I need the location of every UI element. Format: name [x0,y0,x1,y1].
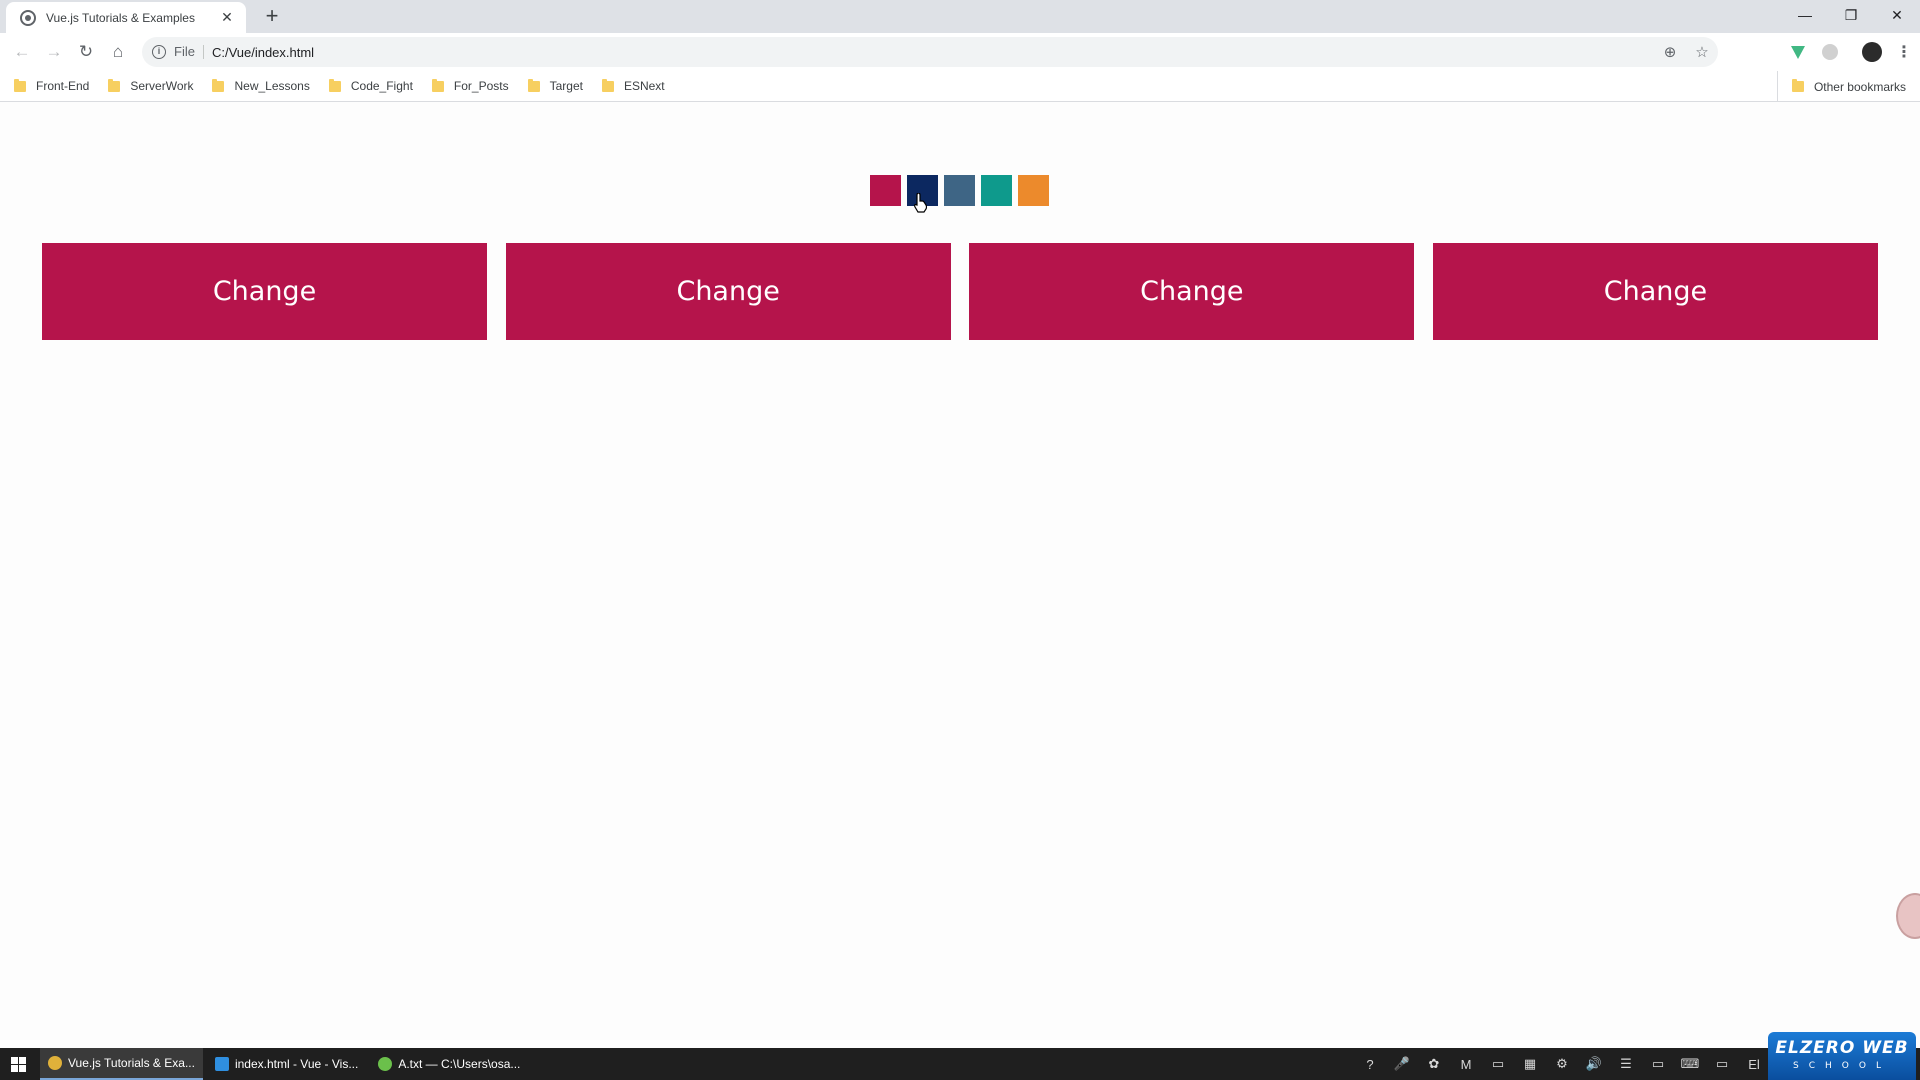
extension-button[interactable] [1814,36,1846,68]
bookmark-item[interactable]: For_Posts [431,78,509,93]
color-swatches [870,175,1055,206]
folder-icon [328,78,341,92]
color-swatch-steel-blue[interactable] [944,175,975,206]
tray-icon[interactable]: ▭ [1642,1056,1674,1072]
folder-icon [212,78,225,92]
change-buttons-row: Change Change Change Change [42,243,1878,340]
floating-widget[interactable] [1896,893,1920,939]
bookmark-label: New_Lessons [234,79,310,93]
tray-icon[interactable]: ▭ [1482,1056,1514,1072]
tray-icon[interactable]: El [1738,1057,1770,1072]
taskbar-item-label: Vue.js Tutorials & Exa... [68,1056,195,1070]
bookmark-label: Code_Fight [350,79,413,93]
forward-button[interactable]: → [38,36,70,68]
globe-icon [20,9,36,26]
url-scheme: File [174,45,204,59]
back-button[interactable]: ← [6,36,38,68]
bookmarks-bar: Front-End ServerWork New_Lessons Code_Fi… [0,71,1920,102]
bookmark-label: Front-End [36,79,90,93]
start-button[interactable] [0,1048,36,1080]
elzero-web-school-logo: ELZERO WEB SCHOOL [1768,1032,1916,1080]
tray-icon[interactable]: 🔊 [1578,1056,1610,1072]
bookmark-item[interactable]: New_Lessons [212,78,310,93]
bookmark-label: For_Posts [453,79,509,93]
folder-icon [1791,79,1804,92]
windows-logo-icon [10,1056,26,1072]
tray-icon[interactable]: M [1450,1057,1482,1072]
bookmark-item[interactable]: Code_Fight [328,78,413,93]
kebab-menu-icon: ⋮ [1896,44,1912,61]
taskbar-item-editor[interactable]: A.txt — C:\Users\osa... [370,1048,528,1080]
bookmark-label: ServerWork [130,79,194,93]
extension-icon [1822,44,1838,60]
vscode-icon [214,1057,229,1071]
browser-menu-button[interactable]: ⋮ [1888,36,1920,68]
vue-logo-icon [1791,45,1805,59]
tab-strip: Vue.js Tutorials & Examples ✕ + — ❐ ✕ [0,0,1920,33]
bookmark-label: Target [549,79,583,93]
reload-button[interactable]: ↻ [70,36,102,68]
tray-icon[interactable]: ▭ [1706,1056,1738,1072]
home-button[interactable]: ⌂ [102,36,134,68]
color-swatch-crimson[interactable] [870,175,901,206]
taskbar-item-label: A.txt — C:\Users\osa... [398,1057,521,1071]
tray-icon[interactable]: ✿ [1418,1056,1450,1072]
browser-tab[interactable]: Vue.js Tutorials & Examples ✕ [6,2,246,33]
tray-icon[interactable]: ☰ [1610,1056,1642,1072]
logo-subtext: SCHOOL [1793,1061,1891,1071]
page-content: Change Change Change Change [0,103,1920,1048]
browser-toolbar: ← → ↻ ⌂ i File C:/Vue/index.html ⊕ ☆ ⋮ [0,33,1920,71]
tray-icon[interactable]: ? [1354,1057,1386,1072]
folder-icon [601,78,614,92]
color-swatch-orange[interactable] [1018,175,1049,206]
url-text[interactable]: C:/Vue/index.html [212,45,1654,60]
other-bookmarks-item[interactable]: Other bookmarks [1791,79,1906,94]
profile-button[interactable] [1856,36,1888,68]
change-button[interactable]: Change [969,243,1415,340]
folder-icon [527,78,540,92]
tray-icon[interactable]: ⌨ [1674,1056,1706,1072]
bookmark-item[interactable]: ESNext [601,78,665,93]
browser-window: Vue.js Tutorials & Examples ✕ + — ❐ ✕ ← … [0,0,1920,1048]
bookmark-item[interactable]: Front-End [14,78,90,93]
editor-icon [378,1057,393,1071]
new-tab-button[interactable]: + [260,5,284,29]
color-swatch-teal[interactable] [981,175,1012,206]
folder-icon [431,78,444,92]
vue-devtools-extension[interactable] [1782,36,1814,68]
logo-text: ELZERO WEB [1775,1038,1909,1058]
system-tray: ? 🎤 ✿ M ▭ ▦ ⚙ 🔊 ☰ ▭ ⌨ ▭ El [1354,1048,1770,1080]
chrome-icon [48,1056,62,1070]
bookmark-label: ESNext [623,79,665,93]
hand-cursor-icon [914,193,927,213]
folder-icon [108,78,121,92]
other-bookmarks[interactable]: Other bookmarks [1776,71,1906,102]
zoom-icon[interactable]: ⊕ [1654,43,1686,61]
change-button[interactable]: Change [1432,243,1878,340]
other-bookmarks-label: Other bookmarks [1813,79,1906,94]
address-bar[interactable]: i File C:/Vue/index.html ⊕ ☆ [142,37,1718,67]
avatar [1862,42,1882,62]
change-button[interactable]: Change [42,243,487,340]
bookmark-star-icon[interactable]: ☆ [1686,43,1718,61]
folder-icon [14,78,26,92]
change-button[interactable]: Change [505,243,951,340]
tray-icon[interactable]: ⚙ [1546,1056,1578,1072]
windows-taskbar: Vue.js Tutorials & Exa... index.html - V… [0,1048,1920,1080]
window-close-button[interactable]: ✕ [1874,0,1920,30]
bookmark-item[interactable]: Target [527,78,583,93]
tray-icon[interactable]: 🎤 [1386,1056,1418,1072]
bookmark-item[interactable]: ServerWork [108,78,194,93]
restore-button[interactable]: ❐ [1828,0,1874,30]
info-icon[interactable]: i [152,45,166,59]
extensions-area: ⋮ [1782,33,1920,71]
taskbar-item-chrome[interactable]: Vue.js Tutorials & Exa... [40,1048,203,1080]
tray-icon[interactable]: ▦ [1514,1056,1546,1072]
taskbar-item-label: index.html - Vue - Vis... [234,1057,359,1071]
tab-title: Vue.js Tutorials & Examples [46,10,195,25]
close-tab-icon[interactable]: ✕ [218,9,236,26]
minimize-button[interactable]: — [1782,0,1828,30]
taskbar-item-vscode[interactable]: index.html - Vue - Vis... [207,1048,366,1080]
window-controls: — ❐ ✕ [1782,0,1920,30]
